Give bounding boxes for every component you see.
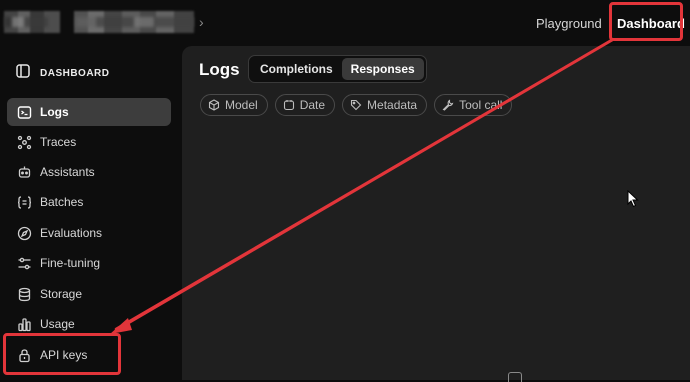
- org-name-redacted-overlay: [4, 17, 204, 27]
- filter-label: Tool call: [459, 98, 503, 112]
- sidebar-item-storage[interactable]: Storage: [7, 280, 171, 308]
- sidebar-item-label: Evaluations: [40, 226, 103, 240]
- tag-icon: [350, 99, 362, 111]
- filter-bar: Model Date Metadata Tool call: [200, 94, 513, 116]
- sidebar-item-assistants[interactable]: Assistants: [7, 158, 171, 186]
- filter-label: Metadata: [367, 98, 418, 112]
- assistants-icon: [17, 165, 32, 180]
- sidebar-item-label: Storage: [40, 287, 83, 301]
- traces-icon: [17, 135, 32, 150]
- main-panel: Logs Completions Responses Model Date Me…: [182, 46, 690, 382]
- evaluations-icon: [17, 226, 32, 241]
- sidebar-item-label: Traces: [40, 135, 77, 149]
- chevron-right-icon[interactable]: ›: [199, 14, 204, 30]
- sidebar-panel-icon[interactable]: [16, 64, 30, 83]
- sidebar-item-batches[interactable]: Batches: [7, 188, 171, 216]
- sidebar-item-evaluations[interactable]: Evaluations: [7, 219, 171, 247]
- nav-playground-link[interactable]: Playground: [536, 16, 602, 31]
- mouse-cursor-icon: [627, 189, 639, 213]
- sidebar-item-label: Fine-tuning: [40, 256, 101, 270]
- tab-responses[interactable]: Responses: [341, 58, 424, 80]
- filter-metadata-button[interactable]: Metadata: [342, 94, 428, 116]
- sidebar-item-label: Assistants: [40, 165, 95, 179]
- sidebar-item-label: Batches: [40, 195, 84, 209]
- batches-icon: [17, 195, 32, 210]
- bottom-drawer-handle[interactable]: [508, 372, 522, 382]
- top-bar: › Playground Dashboard: [0, 0, 690, 46]
- filter-label: Model: [225, 98, 258, 112]
- filter-tool-call-button[interactable]: Tool call: [434, 94, 513, 116]
- usage-icon: [17, 317, 32, 332]
- filter-label: Date: [299, 98, 326, 112]
- filter-model-button[interactable]: Model: [200, 94, 268, 116]
- cube-icon: [208, 99, 220, 111]
- api-keys-highlight-box: [3, 333, 121, 375]
- sidebar-header: DASHBOARD: [16, 64, 110, 83]
- wrench-icon: [442, 99, 454, 111]
- sidebar-header-label: DASHBOARD: [40, 68, 110, 79]
- storage-icon: [17, 287, 32, 302]
- calendar-icon: [283, 99, 295, 111]
- logs-icon: [17, 105, 32, 120]
- tab-completions[interactable]: Completions: [251, 58, 342, 80]
- filter-date-button[interactable]: Date: [274, 94, 336, 116]
- sidebar-item-traces[interactable]: Traces: [7, 128, 171, 156]
- logs-tab-switcher: Completions Responses: [248, 55, 427, 83]
- sidebar-item-fine-tuning[interactable]: Fine-tuning: [7, 249, 171, 277]
- sidebar-item-label: Logs: [40, 105, 69, 119]
- fine-tuning-icon: [17, 256, 32, 271]
- sidebar-item-logs[interactable]: Logs: [7, 98, 171, 126]
- sidebar: DASHBOARD Logs Traces Assistants Batches…: [0, 46, 182, 380]
- page-title: Logs: [199, 60, 240, 79]
- sidebar-item-label: Usage: [40, 317, 75, 331]
- dashboard-highlight-box: [609, 2, 683, 41]
